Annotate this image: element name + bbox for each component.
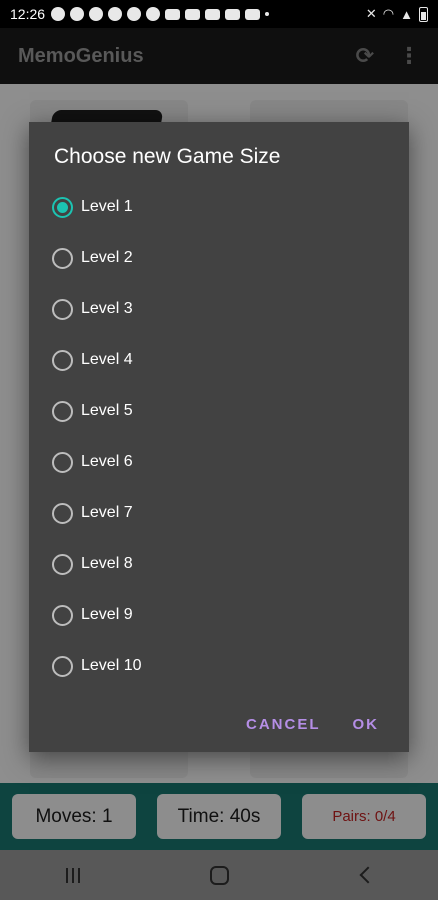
level-option-5[interactable]: Level 5 — [49, 388, 389, 434]
facebook-icon — [89, 7, 104, 21]
option-label: Level 3 — [81, 300, 133, 317]
youtube-icon — [225, 8, 241, 20]
home-icon — [209, 865, 229, 885]
youtube-icon — [165, 8, 181, 20]
option-label: Level 6 — [81, 453, 133, 470]
option-label: Level 8 — [81, 555, 133, 572]
level-option-4[interactable]: Level 4 — [49, 337, 389, 383]
option-label: Level 10 — [81, 657, 142, 674]
radio-button[interactable] — [52, 349, 73, 371]
tiktok-icon — [146, 7, 161, 21]
mail-icon — [245, 8, 261, 20]
radio-button[interactable] — [52, 502, 73, 524]
dialog-title: Choose new Game Size — [54, 145, 281, 168]
level-option-6[interactable]: Level 6 — [49, 439, 389, 485]
status-bar: 12:26 ✕ ◠ ▲ — [0, 0, 438, 28]
time-counter: Time: 40s — [157, 794, 281, 839]
recent-apps-button[interactable] — [53, 855, 93, 895]
cancel-button[interactable]: CANCEL — [230, 708, 337, 741]
stats-bar: Moves: 1 Time: 40s Pairs: 0/4 — [0, 783, 438, 850]
option-label: Level 4 — [81, 351, 133, 368]
option-label: Level 9 — [81, 606, 133, 623]
level-option-2[interactable]: Level 2 — [49, 235, 389, 281]
back-icon — [359, 866, 377, 884]
navigation-bar — [0, 850, 438, 900]
facebook-icon — [70, 7, 85, 21]
radio-button[interactable] — [52, 298, 73, 320]
status-time: 12:26 — [10, 6, 46, 22]
radio-button[interactable] — [52, 553, 73, 575]
battery-icon — [419, 6, 428, 22]
level-option-10[interactable]: Level 10 — [49, 643, 389, 689]
back-button[interactable] — [345, 855, 385, 895]
pairs-counter: Pairs: 0/4 — [302, 794, 426, 839]
youtube-icon — [185, 8, 201, 20]
level-option-7[interactable]: Level 7 — [49, 490, 389, 536]
option-label: Level 1 — [81, 198, 133, 215]
home-button[interactable] — [199, 855, 239, 895]
dot-icon — [265, 12, 270, 16]
ok-button[interactable]: OK — [337, 708, 396, 741]
wifi-icon: ◠ — [382, 6, 395, 21]
radio-button[interactable] — [52, 655, 73, 677]
radio-button[interactable] — [52, 247, 73, 269]
game-size-dialog: Choose new Game Size Level 1 Level 2 Lev… — [29, 122, 409, 752]
facebook-icon — [108, 7, 123, 21]
radio-button[interactable] — [52, 604, 73, 626]
option-label: Level 2 — [81, 249, 133, 266]
overflow-menu-icon[interactable]: ⋮ — [398, 43, 420, 69]
level-option-1[interactable]: Level 1 — [49, 184, 389, 230]
level-option-9[interactable]: Level 9 — [49, 592, 389, 638]
option-label: Level 7 — [81, 504, 133, 521]
radio-button[interactable] — [52, 196, 73, 218]
moves-counter: Moves: 1 — [12, 794, 136, 839]
radio-button[interactable] — [52, 451, 73, 473]
radio-button[interactable] — [52, 400, 73, 422]
recent-apps-icon — [66, 867, 80, 883]
tiktok-icon — [127, 7, 142, 21]
facebook-icon — [51, 7, 66, 21]
system-icons: ✕ ◠ ▲ — [366, 6, 428, 22]
mute-icon: ✕ — [365, 6, 377, 21]
dialog-actions: CANCEL OK — [230, 708, 409, 741]
signal-icon: ▲ — [400, 6, 413, 22]
youtube-icon — [205, 8, 221, 20]
app-title: MemoGenius — [18, 44, 144, 67]
refresh-icon[interactable]: ⟳ — [356, 43, 374, 69]
level-option-8[interactable]: Level 8 — [49, 541, 389, 587]
notification-icons — [51, 7, 270, 21]
option-label: Level 5 — [81, 402, 133, 419]
level-option-3[interactable]: Level 3 — [49, 286, 389, 332]
app-bar: MemoGenius ⟳ ⋮ — [0, 28, 438, 84]
